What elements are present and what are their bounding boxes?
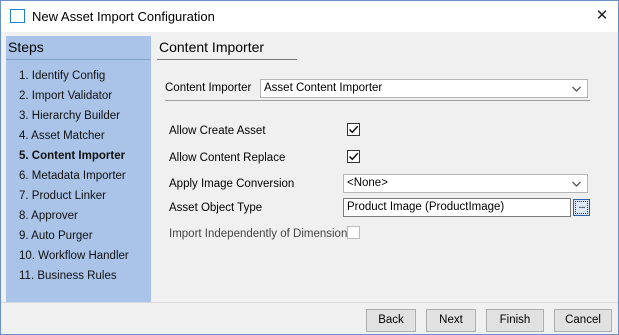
apply-image-conversion-select[interactable]: <None> [343, 174, 588, 193]
title-bar: New Asset Import Configuration ✕ [1, 1, 618, 32]
content-importer-select[interactable]: Asset Content Importer [260, 79, 588, 98]
window-icon [10, 9, 25, 23]
steps-divider [6, 59, 151, 60]
title-underline [157, 59, 297, 60]
dialog-window: New Asset Import Configuration ✕ Steps 1… [0, 0, 619, 335]
next-button[interactable]: Next [426, 309, 476, 332]
close-icon: ✕ [595, 7, 609, 24]
field-divider [165, 100, 590, 101]
step-hierarchy-builder[interactable]: 3. Hierarchy Builder [19, 109, 129, 129]
import-independently-checkbox[interactable] [347, 226, 360, 239]
import-independently-label: Import Independently of Dimension [169, 228, 348, 240]
asset-object-type-field[interactable]: Product Image (ProductImage) [343, 198, 571, 217]
checkmark-icon [348, 152, 359, 161]
page-title: Content Importer [159, 39, 265, 55]
steps-header: Steps [8, 39, 44, 55]
chevron-down-icon [571, 176, 582, 198]
steps-panel: Steps 1. Identify Config 2. Import Valid… [6, 36, 151, 302]
content-importer-label: Content Importer [165, 82, 252, 94]
asset-object-type-label: Asset Object Type [169, 202, 263, 214]
checkmark-icon [348, 125, 359, 134]
step-workflow-handler[interactable]: 10. Workflow Handler [19, 249, 129, 269]
step-metadata-importer[interactable]: 6. Metadata Importer [19, 169, 129, 189]
allow-create-asset-checkbox[interactable] [347, 123, 360, 136]
cancel-button[interactable]: Cancel [554, 309, 612, 332]
step-business-rules[interactable]: 11. Business Rules [19, 269, 129, 289]
step-identify-config[interactable]: 1. Identify Config [19, 69, 129, 89]
apply-image-conversion-label: Apply Image Conversion [169, 178, 295, 190]
close-button[interactable]: ✕ [591, 5, 613, 27]
main-panel: Content Importer Content Importer Asset … [151, 36, 611, 302]
allow-content-replace-label: Allow Content Replace [169, 152, 286, 164]
step-product-linker[interactable]: 7. Product Linker [19, 189, 129, 209]
step-content-importer[interactable]: 5. Content Importer [19, 149, 129, 169]
step-import-validator[interactable]: 2. Import Validator [19, 89, 129, 109]
browse-button[interactable]: ... [573, 199, 590, 216]
step-approver[interactable]: 8. Approver [19, 209, 129, 229]
apply-image-conversion-value: <None> [347, 177, 388, 189]
footer-divider [1, 302, 618, 303]
window-title: New Asset Import Configuration [32, 9, 215, 24]
step-auto-purger[interactable]: 9. Auto Purger [19, 229, 129, 249]
allow-create-asset-label: Allow Create Asset [169, 125, 266, 137]
step-asset-matcher[interactable]: 4. Asset Matcher [19, 129, 129, 149]
allow-content-replace-checkbox[interactable] [347, 150, 360, 163]
finish-button[interactable]: Finish [486, 309, 544, 332]
content-importer-value: Asset Content Importer [264, 82, 383, 94]
step-list: 1. Identify Config 2. Import Validator 3… [19, 69, 129, 289]
back-button[interactable]: Back [366, 309, 416, 332]
